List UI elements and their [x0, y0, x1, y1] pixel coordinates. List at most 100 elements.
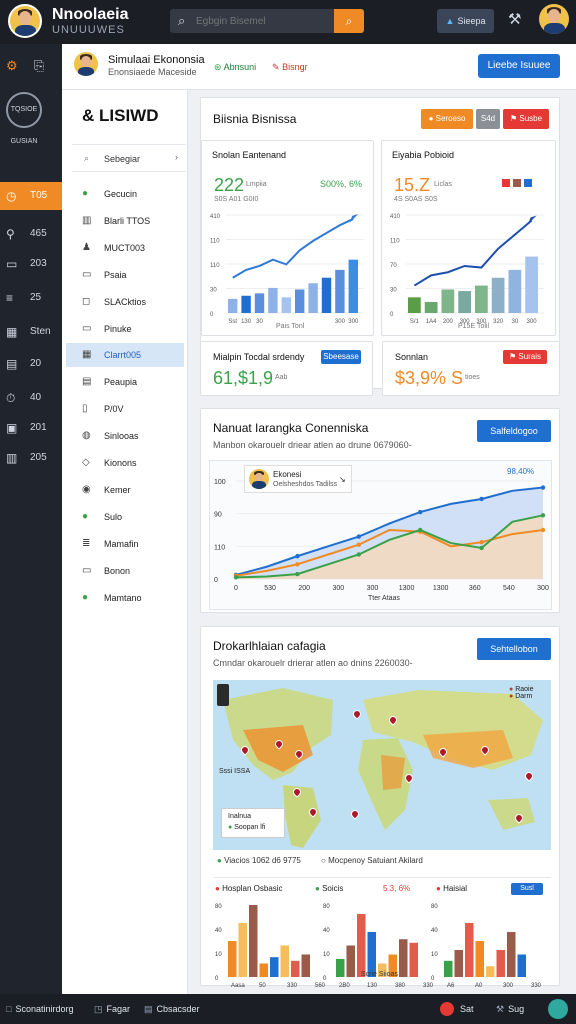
status-a-row[interactable]: □ Sconatinirdorg	[6, 1004, 73, 1014]
world-map[interactable]: Sssi ISSA ● Raoie ● Darm Inalnua ● Soopa…	[213, 680, 551, 850]
panel-search[interactable]: ⌕ Sebegiar ›	[72, 144, 186, 172]
status-ok-label: Abnsuni	[223, 62, 257, 72]
bar	[357, 914, 366, 977]
bar	[254, 293, 265, 313]
bar	[454, 950, 463, 977]
share-button[interactable]: ▲ Sieepa	[437, 9, 494, 33]
panel-item-label: Pinuke	[104, 323, 132, 334]
user-avatar[interactable]	[539, 4, 569, 34]
rail-item-label: 20	[30, 358, 42, 369]
rail-item[interactable]: ▤ 20	[0, 350, 62, 378]
map-button[interactable]: Sehtellobon	[477, 638, 551, 660]
status-b-row[interactable]: ◳ Fagar	[94, 1004, 130, 1015]
status-c-row[interactable]: ▤ Cbsacsder	[144, 1004, 200, 1015]
map-zoom-control[interactable]	[217, 684, 229, 706]
panel-item[interactable]: ▭ Pinuke	[66, 317, 184, 341]
panel-item[interactable]: ● Sulo	[66, 505, 184, 529]
rail-item[interactable]: ▦ Sten	[0, 318, 62, 346]
legend-avatar	[249, 469, 269, 489]
panel-item[interactable]: ● Gecucin	[66, 182, 184, 206]
panel-item[interactable]: ▭ Psaia	[66, 263, 184, 287]
map-legend: ● Raoie ● Darm	[509, 686, 533, 700]
square-icon: □	[6, 1004, 12, 1014]
stats-button[interactable]: Susl	[511, 883, 543, 895]
grid-icon: ▦	[6, 325, 18, 339]
status-d: Sat	[460, 1004, 474, 1014]
y-tick-label: 410	[210, 214, 221, 220]
doc-icon: ▤	[144, 1004, 153, 1014]
growth-subtitle: Manbon okarouelr driear atlen ao drune 0…	[213, 440, 412, 450]
green-dot-icon: ●	[228, 824, 233, 831]
teal-dot-icon[interactable]	[548, 999, 568, 1019]
legend-row-1: ● Raoie	[509, 686, 533, 693]
bookmark-icon[interactable]: ⎘	[34, 58, 44, 74]
kpi-card-b: Sonnlan ⚑ Surais $3,9% S tioes	[382, 341, 560, 396]
window-icon: ▣	[6, 421, 18, 435]
tag-icon: ◳	[94, 1004, 103, 1014]
legend-sub: Oelsheshdos Tadilss	[273, 481, 338, 488]
status-e-row[interactable]: ⚒ Sug	[496, 1004, 524, 1015]
panel-item[interactable]: ▯ P/0V	[66, 397, 184, 421]
bar	[408, 297, 421, 313]
rail-item[interactable]: ◷ T05	[0, 182, 70, 210]
divider	[213, 877, 551, 878]
map-footer-b-row: ○ Mocpenoy Satuiant Akilard	[321, 856, 423, 865]
data-point	[295, 571, 300, 577]
bar	[409, 942, 418, 977]
business-button-1[interactable]: ● Seroeso	[421, 109, 473, 129]
kpi-a-button[interactable]: Sbeesase	[321, 350, 361, 364]
rail-item[interactable]: ▣ 201	[0, 414, 62, 442]
orange-gear-icon[interactable]: ⚙	[6, 58, 18, 74]
rail-item[interactable]: ⚲ 465	[0, 220, 62, 248]
alert-dot-icon[interactable]	[440, 1002, 454, 1016]
bar	[268, 287, 278, 313]
rail-item[interactable]: ≡ 25	[0, 284, 62, 312]
growth-button[interactable]: Salfeldogoo	[477, 420, 551, 442]
rail-item[interactable]: ⏱ 40	[0, 384, 62, 412]
y-tick-label: 0	[215, 976, 219, 982]
panel-item[interactable]: ▥ Blarli TTOS	[66, 209, 184, 233]
business-button-3[interactable]: ⚑ Susbe	[503, 109, 549, 129]
map-info-title: Inalnua	[228, 813, 251, 820]
growth-chart-frame: 0 110 90 100 0 530 200 300 300 1300 1300 360 540 300 …	[209, 460, 552, 610]
trash-icon: ▥	[6, 451, 18, 465]
bar	[308, 283, 318, 313]
status-warn-label: Bisngr	[282, 62, 308, 72]
panel-item[interactable]: ◍ Sinlooas	[66, 424, 184, 448]
x-tick-label: 50	[259, 983, 266, 989]
folder-icon: ▭	[6, 257, 18, 271]
header-title: Simulaai Ekononsia	[108, 54, 205, 66]
status-b: Fagar	[106, 1004, 131, 1014]
primary-button[interactable]: Lieebe Isuuee	[478, 54, 560, 78]
rail-item[interactable]: ▭ 203	[0, 250, 62, 278]
map-card: Drokarlhlaian cafagia Cmndar okarouelr d…	[200, 626, 560, 989]
rail-item[interactable]: ▥ 205	[0, 444, 62, 472]
panel-item[interactable]: ▭ Bonon	[66, 559, 184, 583]
x-tick-label: 330	[287, 983, 298, 989]
legend-swatch	[512, 179, 521, 187]
search-go-button[interactable]: ⌕	[334, 9, 364, 33]
list-icon: ≡	[6, 291, 14, 305]
tools-icon[interactable]: ⚒	[508, 10, 521, 28]
pin-icon: ●	[509, 686, 514, 693]
kpi-a-value: 61,$1,9	[213, 368, 274, 388]
bar	[525, 256, 538, 313]
panel-item[interactable]: ▦ Clarrt005	[66, 343, 184, 368]
kpi-b-button-label: Surais	[518, 352, 542, 361]
panel-item[interactable]: ≣ Mamafin	[66, 532, 184, 556]
rail-item-label: 465	[30, 228, 47, 239]
kpi-b-button[interactable]: ⚑ Surais	[503, 350, 547, 364]
panel-item[interactable]: ◻ SLACktios	[66, 290, 184, 314]
chart2-legend	[502, 179, 532, 190]
panel-item[interactable]: ● Mamtano	[66, 586, 184, 610]
panel-item[interactable]: ◉ Kemer	[66, 478, 184, 502]
bar	[295, 289, 305, 313]
search-bar[interactable]: ⌕ ⌕	[170, 9, 364, 33]
panel-item-label: Mamafin	[104, 538, 139, 549]
panel-item[interactable]: ◇ Kionons	[66, 451, 184, 475]
business-button-2[interactable]: S4d	[476, 109, 500, 129]
red-dot-icon: ●	[215, 884, 220, 893]
panel-item[interactable]: ♟ MUCT003	[66, 236, 184, 260]
panel-item[interactable]: ▤ Peaupia	[66, 370, 184, 394]
search-input[interactable]	[196, 13, 326, 29]
